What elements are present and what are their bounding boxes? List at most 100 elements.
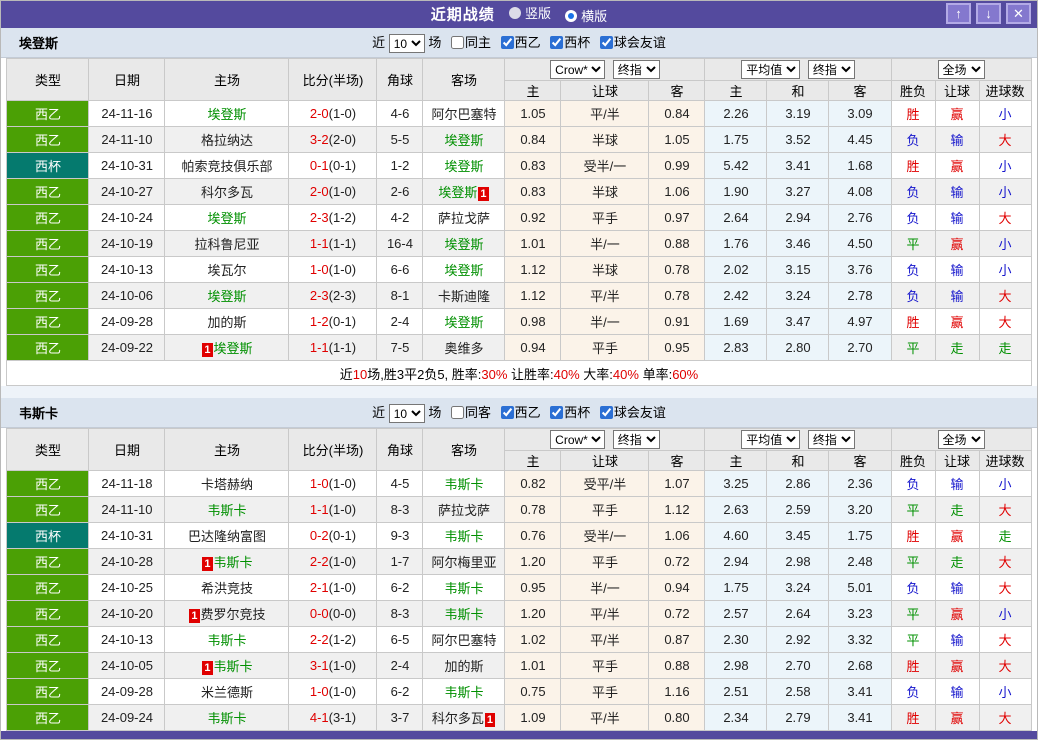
home-team: 韦斯卡 (164, 496, 290, 523)
league-label-friendly[interactable]: 球会友谊 (614, 35, 666, 50)
scope-select[interactable]: 全场 (937, 430, 985, 449)
match-count-select[interactable]: 10 (388, 404, 425, 424)
avg-odds-select[interactable]: 平均值 (741, 430, 801, 449)
result-goals: 大 (978, 204, 1032, 231)
avg-draw-odds: 3.27 (766, 178, 830, 205)
layout-radio-vertical[interactable]: 竖版 (508, 1, 551, 27)
table-row: 西乙 24-09-22 1 埃登斯 1-1(1-1) 7-5 奥维多 0.94 平… (6, 334, 1032, 361)
odds-source-select[interactable]: Crow* (550, 430, 606, 449)
odds-source-select[interactable]: Crow* (550, 60, 606, 79)
section-1-bar: 埃登斯 近 10 场 同主 西乙 西杯 球会友谊 (1, 28, 1037, 58)
avg-draw-odds: 2.86 (766, 470, 830, 497)
match-score: 2-1(1-0) (288, 574, 378, 601)
league-label-friendly[interactable]: 球会友谊 (614, 405, 666, 420)
avg-home-odds: 4.60 (704, 522, 768, 549)
home-team-name: 费罗尔竞技 (200, 607, 266, 622)
league-checkbox-friendly[interactable] (599, 35, 613, 49)
scope-select[interactable]: 全场 (937, 60, 985, 79)
col-avg-away: 客 (828, 80, 892, 101)
radio-vertical-label[interactable]: 竖版 (525, 1, 551, 27)
ah-home-odds: 1.12 (504, 256, 562, 283)
odds-final-select[interactable]: 终指 (612, 430, 660, 449)
avg-odds-select[interactable]: 平均值 (741, 60, 801, 79)
avg-home-odds: 2.02 (704, 256, 768, 283)
section-divider (1, 386, 1037, 398)
match-date: 24-10-28 (88, 548, 166, 575)
home-team: 科尔多瓦 (164, 178, 290, 205)
avg-final-select[interactable]: 终指 (807, 60, 855, 79)
league-label-segunda[interactable]: 西乙 (515, 405, 541, 420)
result-wdl: 负 (890, 574, 936, 601)
avg-draw-odds: 2.94 (766, 204, 830, 231)
table-row: 西杯 24-10-31 帕索竞技俱乐部 0-1(0-1) 1-2 埃登斯 0.8… (6, 152, 1032, 179)
result-wdl: 胜 (890, 100, 936, 127)
result-goals: 大 (978, 308, 1032, 335)
league-label-cup[interactable]: 西杯 (564, 35, 590, 50)
ah-home-odds: 0.94 (504, 334, 562, 361)
halftime-score: (1-1) (328, 236, 357, 251)
ah-away-odds: 1.16 (648, 678, 706, 705)
home-team: 韦斯卡 (164, 704, 290, 731)
summary-segment: 60% (672, 366, 699, 382)
halftime-score: (0-1) (328, 158, 357, 173)
match-score: 1-0(1-0) (288, 470, 378, 497)
result-handicap: 输 (934, 126, 980, 153)
same-venue-label[interactable]: 同主 (465, 35, 491, 50)
league-badge: 西乙 (6, 652, 90, 679)
radio-horizontal-label[interactable]: 横版 (581, 3, 607, 30)
league-checkbox-segunda[interactable] (500, 35, 514, 49)
away-team: 韦斯卡 (422, 470, 506, 497)
avg-home-odds: 1.76 (704, 230, 768, 257)
close-button[interactable]: ✕ (1006, 3, 1031, 24)
col-ah-home: 主 (504, 450, 562, 471)
avg-away-odds: 4.08 (828, 178, 892, 205)
league-label-cup[interactable]: 西杯 (564, 405, 590, 420)
match-score: 1-1(1-1) (288, 334, 378, 361)
fulltime-score: 1-1 (309, 502, 329, 517)
radio-horizontal-icon[interactable] (565, 10, 578, 22)
move-down-button[interactable]: ↓ (976, 3, 1001, 24)
odds-final-select[interactable]: 终指 (612, 60, 660, 79)
home-team: 埃登斯 (164, 100, 290, 127)
recent-results-panel: 近期战绩 竖版 横版 ↑ ↓ ✕ 埃登斯 近 10 场 同主 西乙 西杯 球会友… (0, 0, 1038, 740)
away-team-name: 埃登斯 (444, 263, 484, 278)
same-venue-checkbox[interactable] (450, 35, 464, 49)
avg-draw-odds: 3.19 (766, 100, 830, 127)
away-team-name: 萨拉戈萨 (437, 503, 490, 518)
fulltime-score: 2-0 (309, 184, 329, 199)
handicap-dropdowns: Crow* 终指 (504, 58, 706, 81)
avg-draw-odds: 3.45 (766, 522, 830, 549)
avg-away-odds: 3.41 (828, 678, 892, 705)
league-checkbox-segunda[interactable] (500, 405, 514, 419)
same-venue-label[interactable]: 同客 (465, 405, 491, 420)
layout-radio-horizontal[interactable]: 横版 (565, 3, 607, 30)
league-checkbox-cup[interactable] (550, 405, 564, 419)
ah-home-odds: 0.98 (504, 308, 562, 335)
col-goals: 进球数 (978, 450, 1032, 471)
radio-vertical-icon[interactable] (508, 7, 521, 19)
fulltime-score: 0-0 (309, 606, 329, 621)
avg-home-odds: 2.30 (704, 626, 768, 653)
same-venue-checkbox[interactable] (450, 405, 464, 419)
league-checkbox-cup[interactable] (550, 35, 564, 49)
result-goals: 小 (978, 152, 1032, 179)
home-team-name: 帕索竞技俱乐部 (181, 159, 273, 174)
ah-away-odds: 1.05 (648, 126, 706, 153)
table-row: 西杯 24-10-31 巴达隆纳富图 0-2(0-1) 9-3 韦斯卡 0.76… (6, 522, 1032, 549)
league-checkbox-friendly[interactable] (599, 405, 613, 419)
result-goals: 小 (978, 100, 1032, 127)
result-goals: 大 (978, 496, 1032, 523)
avg-final-select[interactable]: 终指 (807, 430, 855, 449)
fulltime-score: 4-1 (309, 710, 329, 725)
avg-draw-odds: 3.46 (766, 230, 830, 257)
col-ah-line: 让球 (560, 450, 650, 471)
league-label-segunda[interactable]: 西乙 (515, 35, 541, 50)
match-count-select[interactable]: 10 (388, 34, 425, 54)
ah-line: 平/半 (560, 600, 650, 627)
away-team: 阿尔巴塞特 (422, 100, 506, 127)
ah-line: 平/半 (560, 282, 650, 309)
summary-segment: 场,胜3平2负5, 胜率: (367, 366, 482, 382)
halftime-score: (1-0) (328, 262, 357, 277)
home-team: 巴达隆纳富图 (164, 522, 290, 549)
move-up-button[interactable]: ↑ (946, 3, 971, 24)
